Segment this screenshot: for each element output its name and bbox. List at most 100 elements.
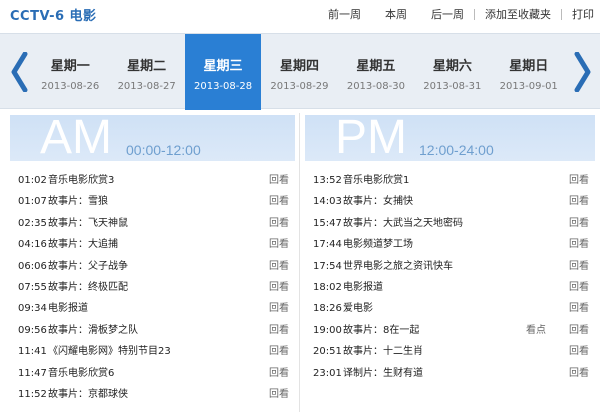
program-time: 09:34 xyxy=(18,303,47,315)
schedule-row: 15:47 故事片：大武当之天地密码 回看 xyxy=(305,213,595,234)
program-title[interactable]: 译制片：生财有道 xyxy=(343,363,423,384)
am-schedule-list: 01:02 音乐电影欣赏3 回看 01:07 故事片：雪狼 回看 02:35 故事片：飞天神鼠… xyxy=(10,170,295,405)
schedule-row: 11:47 音乐电影欣赏6 回看 xyxy=(10,363,295,384)
replay-link[interactable]: 回看 xyxy=(569,320,589,341)
replay-link[interactable]: 回看 xyxy=(269,277,289,298)
chevron-left-icon[interactable] xyxy=(8,34,30,110)
program-title[interactable]: 故事片：终极匹配 xyxy=(48,277,128,298)
this-week-link[interactable]: 本周 xyxy=(385,6,407,22)
replay-link[interactable]: 回看 xyxy=(269,256,289,277)
program-time: 18:26 xyxy=(313,303,342,315)
day-tabs: 星期一 2013-08-26 星期二 2013-08-27 星期三 2013-08-28 星… xyxy=(32,34,567,110)
replay-link[interactable]: 回看 xyxy=(269,384,289,405)
program-title[interactable]: 电影频道梦工场 xyxy=(343,234,413,255)
day-date: 2013-09-01 xyxy=(499,81,558,92)
program-time: 23:01 xyxy=(313,367,342,379)
column-divider xyxy=(299,113,300,412)
day-date: 2013-08-28 xyxy=(193,81,253,92)
pm-header: PM 12:00-24:00 xyxy=(305,115,595,161)
program-title[interactable]: 故事片：十二生肖 xyxy=(343,341,423,362)
program-time: 01:07 xyxy=(18,196,47,208)
pm-label: PM xyxy=(335,115,407,161)
day-name: 星期日 xyxy=(509,59,549,74)
chevron-right-icon[interactable] xyxy=(572,34,594,110)
replay-link[interactable]: 回看 xyxy=(269,213,289,234)
day-name: 星期三 xyxy=(203,59,243,74)
schedule-row: 18:02 电影报道 回看 xyxy=(305,277,595,298)
day-name: 星期一 xyxy=(50,59,90,74)
replay-link[interactable]: 回看 xyxy=(269,234,289,255)
day-tab[interactable]: 星期二 2013-08-27 xyxy=(108,34,184,110)
day-date: 2013-08-27 xyxy=(117,81,176,92)
program-title[interactable]: 故事片：雪狼 xyxy=(48,191,108,212)
program-time: 13:52 xyxy=(313,175,342,186)
replay-link[interactable]: 回看 xyxy=(569,363,589,384)
replay-link[interactable]: 回看 xyxy=(569,298,589,319)
am-header: AM 00:00-12:00 xyxy=(10,115,295,161)
day-tab[interactable]: 星期一 2013-08-26 xyxy=(32,34,108,110)
day-date: 2013-08-31 xyxy=(423,81,482,92)
program-time: 11:41 xyxy=(18,346,47,358)
replay-link[interactable]: 回看 xyxy=(269,170,289,191)
replay-link[interactable]: 回看 xyxy=(569,170,589,191)
program-title[interactable]: 世界电影之旅之资讯快车 xyxy=(343,256,453,277)
replay-link[interactable]: 回看 xyxy=(569,191,589,212)
program-time: 18:02 xyxy=(313,281,342,293)
program-title[interactable]: 电影报道 xyxy=(343,277,383,298)
schedule-row: 13:52 音乐电影欣赏1 回看 xyxy=(305,170,595,191)
highlights-link[interactable]: 看点 xyxy=(526,320,546,341)
week-selector: 星期一 2013-08-26 星期二 2013-08-27 星期三 2013-08-28 星… xyxy=(0,33,600,110)
day-tab[interactable]: 星期三 2013-08-28 xyxy=(184,34,262,110)
day-tab[interactable]: 星期四 2013-08-29 xyxy=(261,34,337,110)
program-title[interactable]: 音乐电影欣赏1 xyxy=(343,170,409,191)
program-time: 17:54 xyxy=(313,260,342,272)
program-title[interactable]: 音乐电影欣赏3 xyxy=(48,170,114,191)
program-title[interactable]: 故事片：女捕快 xyxy=(343,191,413,212)
print-link[interactable]: 打印 xyxy=(572,6,594,22)
schedule-row: 23:01 译制片：生财有道 回看 xyxy=(305,363,595,384)
next-week-link[interactable]: 后一周 xyxy=(431,6,464,22)
program-time: 04:16 xyxy=(18,239,47,251)
replay-link[interactable]: 回看 xyxy=(569,234,589,255)
program-title[interactable]: 电影报道 xyxy=(48,298,88,319)
schedule-row: 07:55 故事片：终极匹配 回看 xyxy=(10,277,295,298)
program-time: 19:00 xyxy=(313,324,342,336)
day-tab[interactable]: 星期六 2013-08-31 xyxy=(414,34,490,110)
replay-link[interactable]: 回看 xyxy=(569,341,589,362)
program-title[interactable]: 故事片：飞天神鼠 xyxy=(48,213,128,234)
schedule-row: 09:56 故事片：滑板梦之队 回看 xyxy=(10,320,295,341)
program-title[interactable]: 爱电影 xyxy=(343,298,373,319)
schedule-row: 11:41 《闪耀电影网》特别节目23 回看 xyxy=(10,341,295,362)
program-time: 11:52 xyxy=(18,388,47,400)
prev-week-link[interactable]: 前一周 xyxy=(328,6,361,22)
replay-link[interactable]: 回看 xyxy=(569,256,589,277)
replay-link[interactable]: 回看 xyxy=(269,363,289,384)
replay-link[interactable]: 回看 xyxy=(269,320,289,341)
replay-link[interactable]: 回看 xyxy=(269,341,289,362)
schedule-row: 20:51 故事片：十二生肖 回看 xyxy=(305,341,595,362)
schedule-row: 06:06 故事片：父子战争 回看 xyxy=(10,256,295,277)
day-tab[interactable]: 星期五 2013-08-30 xyxy=(338,34,414,110)
program-title[interactable]: 故事片：京都球侠 xyxy=(48,384,128,405)
program-title[interactable]: 故事片：8在一起 xyxy=(343,320,419,341)
program-title[interactable]: 故事片：大追捕 xyxy=(48,234,118,255)
channel-title: CCTV-6 电影 xyxy=(10,9,97,24)
program-title[interactable]: 故事片：大武当之天地密码 xyxy=(343,213,463,234)
am-label: AM xyxy=(40,115,112,161)
program-title[interactable]: 故事片：滑板梦之队 xyxy=(48,320,138,341)
schedule-row: 01:07 故事片：雪狼 回看 xyxy=(10,191,295,212)
schedule-row: 04:16 故事片：大追捕 回看 xyxy=(10,234,295,255)
replay-link[interactable]: 回看 xyxy=(269,191,289,212)
program-time: 01:02 xyxy=(18,175,47,186)
program-title[interactable]: 故事片：父子战争 xyxy=(48,256,128,277)
link-separator xyxy=(561,8,562,20)
header-links: 前一周 本周 后一周 添加至收藏夹 打印 xyxy=(328,6,594,22)
program-title[interactable]: 《闪耀电影网》特别节目23 xyxy=(48,341,171,362)
day-tab[interactable]: 星期日 2013-09-01 xyxy=(491,34,567,110)
program-title[interactable]: 音乐电影欣赏6 xyxy=(48,363,114,384)
add-favorite-link[interactable]: 添加至收藏夹 xyxy=(485,6,551,22)
program-time: 09:56 xyxy=(18,324,47,336)
replay-link[interactable]: 回看 xyxy=(569,277,589,298)
replay-link[interactable]: 回看 xyxy=(269,298,289,319)
replay-link[interactable]: 回看 xyxy=(569,213,589,234)
